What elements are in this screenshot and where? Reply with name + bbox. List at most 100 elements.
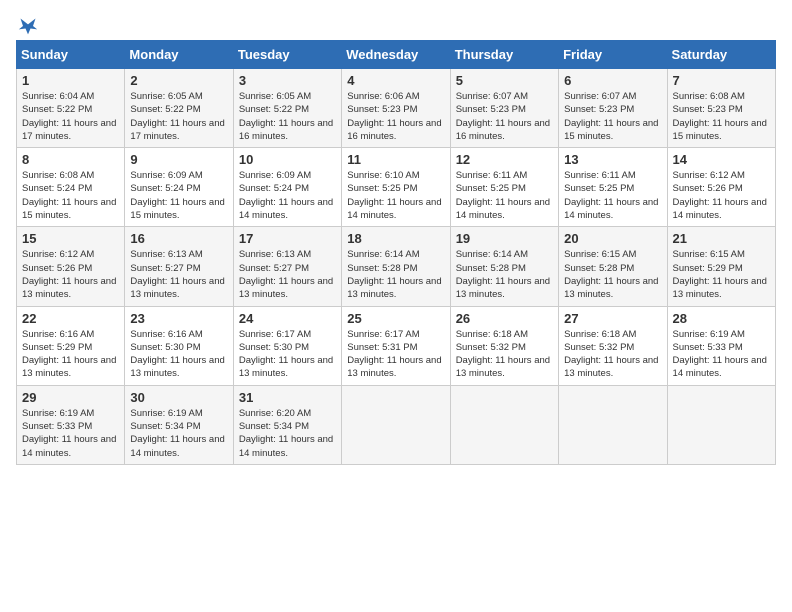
sunset-label: Sunset: 5:30 PM <box>239 342 309 353</box>
daylight-label: Daylight: 11 hours and 13 minutes. <box>673 276 767 300</box>
day-number: 21 <box>673 231 770 246</box>
sunrise-label: Sunrise: 6:07 AM <box>456 91 528 102</box>
calendar-cell: 23 Sunrise: 6:16 AM Sunset: 5:30 PM Dayl… <box>125 306 233 385</box>
sunrise-label: Sunrise: 6:13 AM <box>239 249 311 260</box>
calendar-cell <box>667 385 775 464</box>
column-header-wednesday: Wednesday <box>342 41 450 69</box>
cell-info: Sunrise: 6:13 AM Sunset: 5:27 PM Dayligh… <box>130 248 227 301</box>
sunrise-label: Sunrise: 6:12 AM <box>673 170 745 181</box>
calendar-header: SundayMondayTuesdayWednesdayThursdayFrid… <box>17 41 776 69</box>
sunset-label: Sunset: 5:23 PM <box>347 104 417 115</box>
day-number: 25 <box>347 311 444 326</box>
day-number: 1 <box>22 73 119 88</box>
calendar-cell: 27 Sunrise: 6:18 AM Sunset: 5:32 PM Dayl… <box>559 306 667 385</box>
calendar-cell: 24 Sunrise: 6:17 AM Sunset: 5:30 PM Dayl… <box>233 306 341 385</box>
sunset-label: Sunset: 5:22 PM <box>239 104 309 115</box>
calendar-cell: 25 Sunrise: 6:17 AM Sunset: 5:31 PM Dayl… <box>342 306 450 385</box>
day-number: 18 <box>347 231 444 246</box>
cell-info: Sunrise: 6:18 AM Sunset: 5:32 PM Dayligh… <box>456 328 553 381</box>
cell-info: Sunrise: 6:19 AM Sunset: 5:34 PM Dayligh… <box>130 407 227 460</box>
day-number: 4 <box>347 73 444 88</box>
sunset-label: Sunset: 5:29 PM <box>673 263 743 274</box>
day-number: 22 <box>22 311 119 326</box>
sunrise-label: Sunrise: 6:15 AM <box>673 249 745 260</box>
sunset-label: Sunset: 5:28 PM <box>564 263 634 274</box>
calendar-cell: 29 Sunrise: 6:19 AM Sunset: 5:33 PM Dayl… <box>17 385 125 464</box>
day-number: 12 <box>456 152 553 167</box>
sunrise-label: Sunrise: 6:15 AM <box>564 249 636 260</box>
daylight-label: Daylight: 11 hours and 14 minutes. <box>347 197 441 221</box>
sunrise-label: Sunrise: 6:18 AM <box>564 329 636 340</box>
calendar-cell: 9 Sunrise: 6:09 AM Sunset: 5:24 PM Dayli… <box>125 148 233 227</box>
cell-info: Sunrise: 6:06 AM Sunset: 5:23 PM Dayligh… <box>347 90 444 143</box>
calendar-cell: 10 Sunrise: 6:09 AM Sunset: 5:24 PM Dayl… <box>233 148 341 227</box>
daylight-label: Daylight: 11 hours and 13 minutes. <box>130 355 224 379</box>
day-number: 13 <box>564 152 661 167</box>
column-header-sunday: Sunday <box>17 41 125 69</box>
calendar-cell: 20 Sunrise: 6:15 AM Sunset: 5:28 PM Dayl… <box>559 227 667 306</box>
calendar-cell: 12 Sunrise: 6:11 AM Sunset: 5:25 PM Dayl… <box>450 148 558 227</box>
cell-info: Sunrise: 6:11 AM Sunset: 5:25 PM Dayligh… <box>564 169 661 222</box>
cell-info: Sunrise: 6:19 AM Sunset: 5:33 PM Dayligh… <box>673 328 770 381</box>
column-header-friday: Friday <box>559 41 667 69</box>
day-number: 16 <box>130 231 227 246</box>
sunset-label: Sunset: 5:34 PM <box>239 421 309 432</box>
calendar-cell: 28 Sunrise: 6:19 AM Sunset: 5:33 PM Dayl… <box>667 306 775 385</box>
column-header-thursday: Thursday <box>450 41 558 69</box>
week-row-4: 22 Sunrise: 6:16 AM Sunset: 5:29 PM Dayl… <box>17 306 776 385</box>
sunset-label: Sunset: 5:23 PM <box>673 104 743 115</box>
calendar-cell: 7 Sunrise: 6:08 AM Sunset: 5:23 PM Dayli… <box>667 69 775 148</box>
calendar-cell: 16 Sunrise: 6:13 AM Sunset: 5:27 PM Dayl… <box>125 227 233 306</box>
sunrise-label: Sunrise: 6:04 AM <box>22 91 94 102</box>
cell-info: Sunrise: 6:09 AM Sunset: 5:24 PM Dayligh… <box>130 169 227 222</box>
day-number: 7 <box>673 73 770 88</box>
sunrise-label: Sunrise: 6:16 AM <box>130 329 202 340</box>
sunset-label: Sunset: 5:26 PM <box>673 183 743 194</box>
calendar-cell: 1 Sunrise: 6:04 AM Sunset: 5:22 PM Dayli… <box>17 69 125 148</box>
daylight-label: Daylight: 11 hours and 13 minutes. <box>564 355 658 379</box>
cell-info: Sunrise: 6:16 AM Sunset: 5:29 PM Dayligh… <box>22 328 119 381</box>
sunrise-label: Sunrise: 6:19 AM <box>673 329 745 340</box>
week-row-2: 8 Sunrise: 6:08 AM Sunset: 5:24 PM Dayli… <box>17 148 776 227</box>
day-number: 28 <box>673 311 770 326</box>
sunset-label: Sunset: 5:28 PM <box>347 263 417 274</box>
sunset-label: Sunset: 5:32 PM <box>564 342 634 353</box>
daylight-label: Daylight: 11 hours and 15 minutes. <box>22 197 116 221</box>
cell-info: Sunrise: 6:04 AM Sunset: 5:22 PM Dayligh… <box>22 90 119 143</box>
cell-info: Sunrise: 6:07 AM Sunset: 5:23 PM Dayligh… <box>456 90 553 143</box>
cell-info: Sunrise: 6:14 AM Sunset: 5:28 PM Dayligh… <box>456 248 553 301</box>
sunset-label: Sunset: 5:29 PM <box>22 342 92 353</box>
daylight-label: Daylight: 11 hours and 13 minutes. <box>456 355 550 379</box>
calendar-cell: 14 Sunrise: 6:12 AM Sunset: 5:26 PM Dayl… <box>667 148 775 227</box>
sunset-label: Sunset: 5:28 PM <box>456 263 526 274</box>
calendar-cell: 6 Sunrise: 6:07 AM Sunset: 5:23 PM Dayli… <box>559 69 667 148</box>
sunrise-label: Sunrise: 6:08 AM <box>673 91 745 102</box>
daylight-label: Daylight: 11 hours and 13 minutes. <box>22 355 116 379</box>
daylight-label: Daylight: 11 hours and 16 minutes. <box>456 118 550 142</box>
calendar-cell: 30 Sunrise: 6:19 AM Sunset: 5:34 PM Dayl… <box>125 385 233 464</box>
day-number: 19 <box>456 231 553 246</box>
day-number: 26 <box>456 311 553 326</box>
day-number: 15 <box>22 231 119 246</box>
sunrise-label: Sunrise: 6:11 AM <box>564 170 636 181</box>
sunset-label: Sunset: 5:31 PM <box>347 342 417 353</box>
day-number: 20 <box>564 231 661 246</box>
cell-info: Sunrise: 6:05 AM Sunset: 5:22 PM Dayligh… <box>239 90 336 143</box>
calendar-cell: 4 Sunrise: 6:06 AM Sunset: 5:23 PM Dayli… <box>342 69 450 148</box>
sunset-label: Sunset: 5:32 PM <box>456 342 526 353</box>
cell-info: Sunrise: 6:11 AM Sunset: 5:25 PM Dayligh… <box>456 169 553 222</box>
cell-info: Sunrise: 6:15 AM Sunset: 5:29 PM Dayligh… <box>673 248 770 301</box>
sunrise-label: Sunrise: 6:11 AM <box>456 170 528 181</box>
daylight-label: Daylight: 11 hours and 16 minutes. <box>347 118 441 142</box>
sunrise-label: Sunrise: 6:12 AM <box>22 249 94 260</box>
daylight-label: Daylight: 11 hours and 15 minutes. <box>564 118 658 142</box>
sunset-label: Sunset: 5:30 PM <box>130 342 200 353</box>
sunset-label: Sunset: 5:24 PM <box>130 183 200 194</box>
calendar-body: 1 Sunrise: 6:04 AM Sunset: 5:22 PM Dayli… <box>17 69 776 465</box>
daylight-label: Daylight: 11 hours and 14 minutes. <box>564 197 658 221</box>
cell-info: Sunrise: 6:12 AM Sunset: 5:26 PM Dayligh… <box>673 169 770 222</box>
sunset-label: Sunset: 5:25 PM <box>456 183 526 194</box>
calendar-cell: 19 Sunrise: 6:14 AM Sunset: 5:28 PM Dayl… <box>450 227 558 306</box>
calendar-cell <box>559 385 667 464</box>
cell-info: Sunrise: 6:17 AM Sunset: 5:31 PM Dayligh… <box>347 328 444 381</box>
